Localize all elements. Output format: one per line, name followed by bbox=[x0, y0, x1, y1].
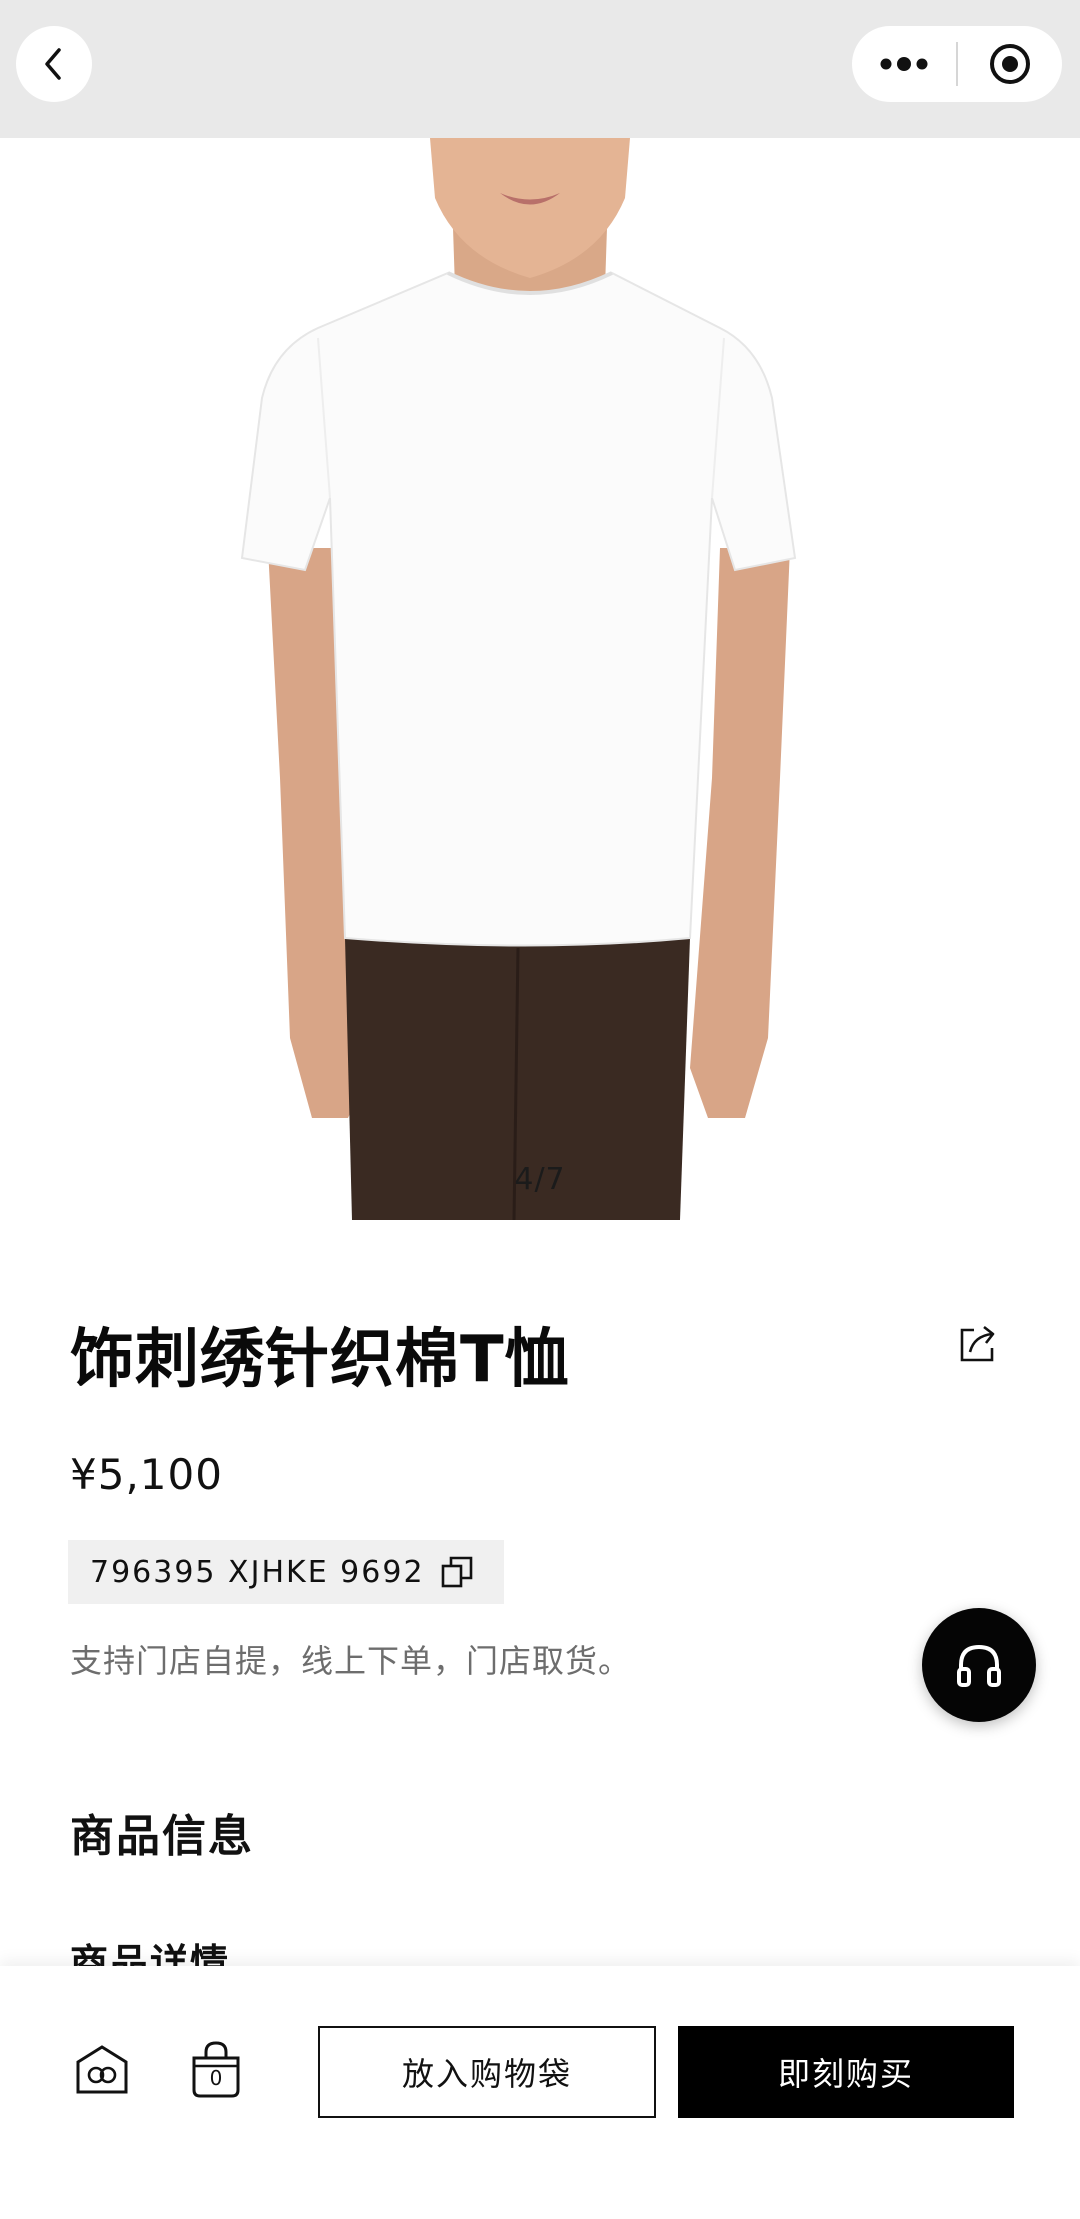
product-title: 饰刺绣针织棉T恤 bbox=[70, 1323, 570, 1397]
sku-copy-box[interactable]: 796395 XJHKE 9692 bbox=[68, 1540, 504, 1604]
pickup-note: 支持门店自提，线上下单，门店取货。 bbox=[70, 1642, 632, 1680]
more-dots-icon bbox=[880, 57, 928, 71]
store-button[interactable] bbox=[72, 2040, 132, 2100]
bottom-action-bar: 0 放入购物袋 即刻购买 bbox=[0, 1966, 1080, 2219]
customer-service-button[interactable] bbox=[922, 1608, 1036, 1722]
gallery-page-indicator: 4/7 bbox=[514, 1162, 566, 1197]
close-mini-program-button[interactable] bbox=[958, 26, 1062, 102]
bag-count: 0 bbox=[209, 2066, 223, 2090]
product-price: ¥5,100 bbox=[70, 1450, 223, 1499]
shopping-bag-button[interactable]: 0 bbox=[186, 2038, 246, 2102]
target-circle-icon bbox=[990, 44, 1030, 84]
add-to-bag-button[interactable]: 放入购物袋 bbox=[318, 2026, 656, 2118]
sku-code: 796395 XJHKE 9692 bbox=[90, 1554, 425, 1590]
product-image-gallery[interactable]: 4/7 bbox=[0, 138, 1080, 1220]
store-icon bbox=[76, 2045, 128, 2094]
top-bar bbox=[0, 0, 1080, 138]
share-icon bbox=[960, 1325, 995, 1362]
headphones-icon bbox=[957, 1644, 1001, 1687]
more-button[interactable] bbox=[852, 26, 956, 102]
product-image bbox=[240, 138, 797, 1220]
copy-icon bbox=[439, 1554, 475, 1590]
back-button[interactable] bbox=[16, 26, 92, 102]
share-button[interactable] bbox=[950, 1316, 1006, 1372]
buy-now-button[interactable]: 即刻购买 bbox=[678, 2026, 1014, 2118]
chevron-left-icon bbox=[45, 48, 61, 80]
mini-program-capsule bbox=[852, 26, 1062, 102]
product-info-heading: 商品信息 bbox=[70, 1811, 254, 1862]
